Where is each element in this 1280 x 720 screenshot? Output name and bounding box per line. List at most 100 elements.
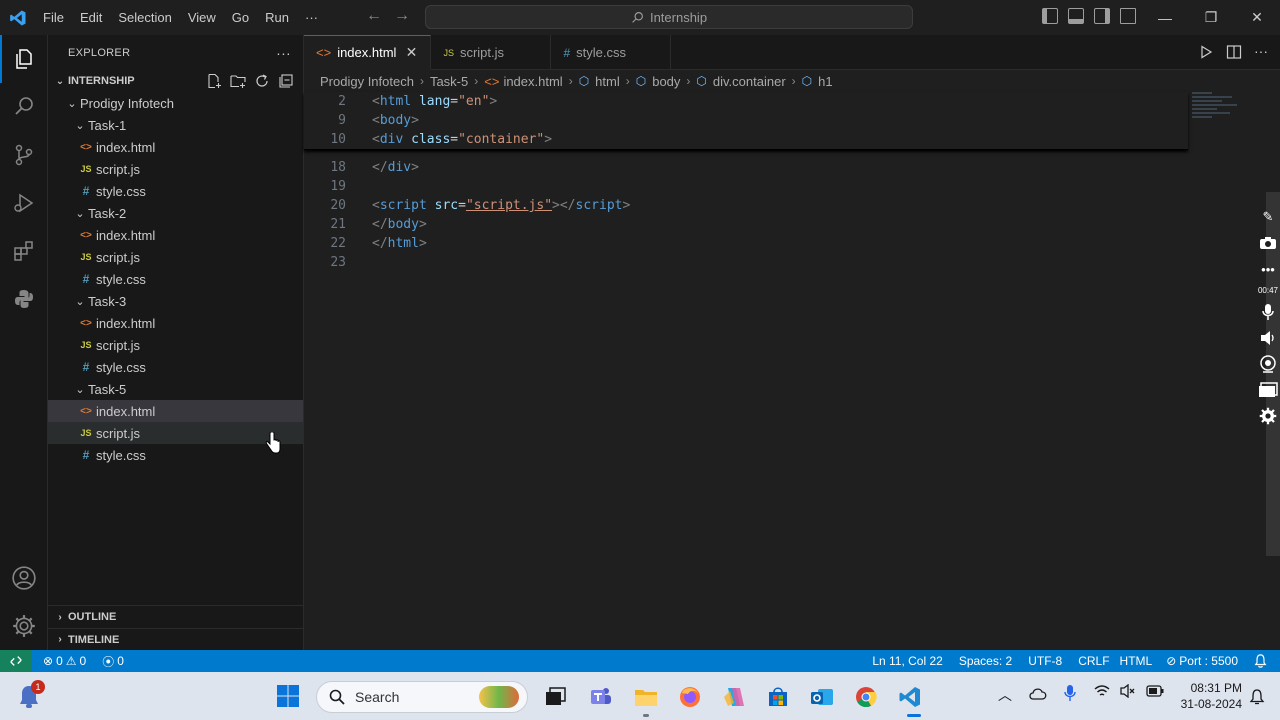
tree-file[interactable]: JS script.js (48, 246, 303, 268)
remote-indicator-icon[interactable] (0, 650, 32, 672)
breadcrumb-item[interactable]: Prodigy Infotech (320, 74, 414, 89)
forward-arrow-icon[interactable]: → (394, 7, 410, 25)
explorer-more-button[interactable]: ··· (276, 45, 291, 61)
source-control-icon[interactable] (0, 131, 48, 179)
menu-view[interactable]: View (180, 0, 224, 35)
code-line[interactable]: 18 </div> (304, 158, 1204, 177)
taskbar-clock[interactable]: 08:31 PM 31-08-2024 (1172, 680, 1242, 712)
code-line[interactable]: 10 <div class="container"> (304, 130, 1204, 149)
live-server-port[interactable]: ⊘ Port : 5500 (1161, 654, 1243, 668)
breadcrumb-item[interactable]: index.html (503, 74, 562, 89)
pen-icon[interactable]: ✎ (1258, 208, 1278, 226)
notification-center-icon[interactable] (1244, 684, 1270, 710)
breadcrumb-item[interactable]: h1 (818, 74, 832, 89)
copilot-icon[interactable] (721, 684, 747, 710)
breadcrumb-item[interactable]: body (652, 74, 680, 89)
tray-overflow-icon[interactable]: ︿ (998, 685, 1012, 705)
tree-file[interactable]: <> index.html (48, 224, 303, 246)
close-icon[interactable]: ✕ (402, 44, 420, 61)
run-debug-icon[interactable] (0, 179, 48, 227)
code-editor[interactable]: 18 </div> 19 20 <script src="script.js"></sc… (304, 92, 1280, 650)
back-arrow-icon[interactable]: ← (366, 7, 382, 25)
outlook-icon[interactable] (809, 684, 835, 710)
problems-indicator[interactable]: ⊗ 0 ⚠ 0 (38, 654, 91, 668)
restore-button[interactable]: ❐ (1188, 0, 1234, 35)
microphone-icon[interactable] (1258, 303, 1278, 321)
toggle-secondary-sidebar-icon[interactable] (1094, 8, 1110, 24)
outline-section[interactable]: › OUTLINE (48, 606, 303, 628)
more-icon[interactable]: ••• (1258, 260, 1278, 278)
windows-start-icon[interactable] (276, 684, 300, 711)
file-explorer-icon[interactable] (633, 684, 659, 710)
toggle-panel-icon[interactable] (1068, 8, 1084, 24)
tree-file[interactable]: <> index.html (48, 136, 303, 158)
taskbar-search[interactable]: Search (316, 681, 528, 713)
tree-file[interactable]: # style.css (48, 180, 303, 202)
cursor-position[interactable]: Ln 11, Col 22 (867, 654, 948, 668)
new-folder-icon[interactable] (229, 72, 247, 90)
tree-file[interactable]: JS script.js (48, 158, 303, 180)
end-of-line[interactable]: CRLF (1073, 654, 1114, 668)
tree-file[interactable]: # style.css (48, 356, 303, 378)
minimap[interactable] (1192, 92, 1252, 132)
chrome-icon[interactable] (853, 684, 879, 710)
webcam-icon[interactable] (1258, 355, 1278, 373)
split-editor-icon[interactable] (1226, 44, 1242, 63)
tree-file[interactable]: <> index.html (48, 312, 303, 334)
vscode-taskbar-icon[interactable] (897, 684, 923, 710)
tab-style-css[interactable]: # style.css (551, 35, 672, 70)
notifications-bell-icon[interactable] (1249, 654, 1272, 668)
refresh-icon[interactable] (253, 72, 271, 90)
timeline-section[interactable]: › TIMELINE (48, 628, 303, 650)
tree-file[interactable]: JS script.js (48, 334, 303, 356)
microphone-tray-icon[interactable] (1064, 684, 1076, 705)
run-icon[interactable] (1198, 44, 1214, 63)
code-line[interactable]: 19 (304, 177, 1204, 196)
tree-folder[interactable]: ⌄ Task-5 (48, 378, 303, 400)
menu-file[interactable]: File (35, 0, 72, 35)
python-icon[interactable] (0, 275, 48, 323)
menu-selection[interactable]: Selection (110, 0, 179, 35)
code-line[interactable]: 9 <body> (304, 111, 1204, 130)
speaker-icon[interactable] (1258, 329, 1278, 347)
customize-layout-icon[interactable] (1120, 8, 1136, 24)
ports-indicator[interactable]: ⦿ 0 (97, 653, 129, 670)
task-view-icon[interactable] (543, 684, 569, 710)
accounts-icon[interactable] (0, 554, 48, 602)
workspace-root[interactable]: ⌄ INTERNSHIP (48, 70, 303, 92)
teams-icon[interactable] (588, 684, 614, 710)
sticky-scroll[interactable]: 2 <html lang="en"> 9 <body> 10 <div class="co… (304, 92, 1188, 150)
tree-folder[interactable]: ⌄ Task-1 (48, 114, 303, 136)
extensions-icon[interactable] (0, 227, 48, 275)
tree-file[interactable]: <> index.html (48, 400, 303, 422)
menu-edit[interactable]: Edit (72, 0, 110, 35)
tab-index-html[interactable]: <> index.html ✕ (304, 35, 432, 70)
menu-more[interactable]: ··· (297, 0, 326, 35)
breadcrumb-item[interactable]: html (595, 74, 620, 89)
tree-file[interactable]: # style.css (48, 268, 303, 290)
link-script-js[interactable]: "script.js" (466, 198, 552, 213)
tree-folder[interactable]: ⌄ Task-3 (48, 290, 303, 312)
indentation[interactable]: Spaces: 2 (954, 654, 1017, 668)
toggle-primary-sidebar-icon[interactable] (1042, 8, 1058, 24)
onedrive-icon[interactable] (1028, 686, 1048, 703)
collapse-all-icon[interactable] (277, 72, 295, 90)
search-icon[interactable] (0, 83, 48, 131)
quick-settings[interactable] (1094, 683, 1164, 701)
code-line[interactable]: 22 </html> (304, 234, 1204, 253)
explorer-icon[interactable] (0, 35, 48, 83)
breadcrumb-item[interactable]: Task-5 (430, 74, 468, 89)
firefox-icon[interactable] (677, 684, 703, 710)
command-center-search[interactable]: Internship (425, 5, 913, 29)
language-mode[interactable]: HTML (1115, 654, 1158, 668)
menu-go[interactable]: Go (224, 0, 257, 35)
camera-icon[interactable] (1258, 234, 1278, 252)
code-line[interactable]: 23 (304, 253, 1204, 272)
breadcrumb-item[interactable]: div.container (713, 74, 786, 89)
code-line[interactable]: 20 <script src="script.js"></script> (304, 196, 1204, 215)
settings-gear-icon[interactable] (1258, 407, 1278, 425)
microsoft-store-icon[interactable] (765, 684, 791, 710)
tree-folder[interactable]: ⌄ Task-2 (48, 202, 303, 224)
new-file-icon[interactable] (205, 72, 223, 90)
more-actions-icon[interactable]: ··· (1254, 44, 1268, 63)
